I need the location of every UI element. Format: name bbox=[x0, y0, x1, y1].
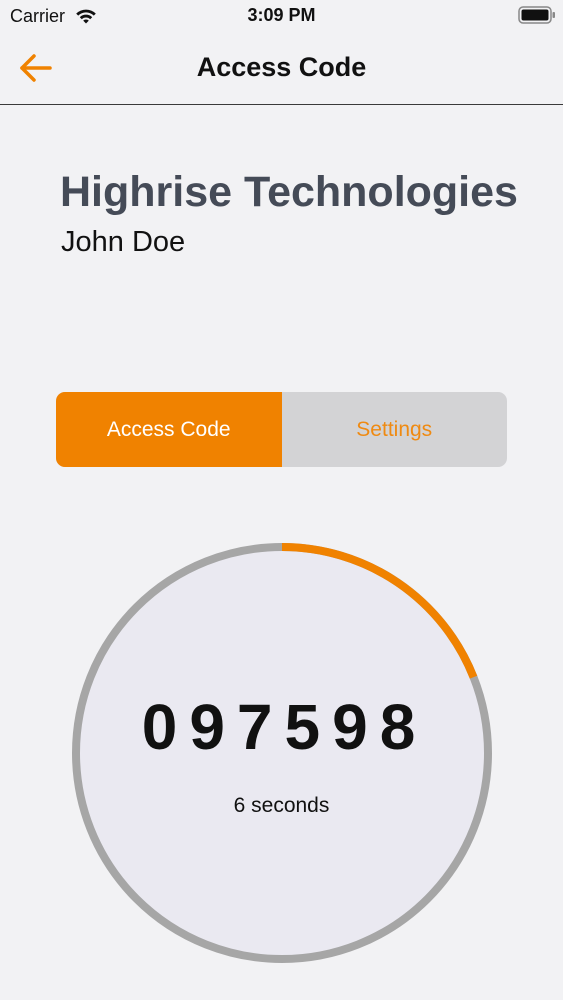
tab-access-code[interactable]: Access Code bbox=[56, 392, 282, 467]
tab-settings[interactable]: Settings bbox=[282, 392, 508, 467]
page-title: Access Code bbox=[196, 52, 367, 82]
company-name: Highrise Technologies bbox=[60, 168, 518, 216]
battery-icon bbox=[518, 6, 555, 24]
navigation-bar: Access Code bbox=[0, 34, 563, 105]
arrow-left-icon[interactable] bbox=[14, 48, 58, 88]
segmented-control: Access Code Settings bbox=[56, 392, 507, 467]
user-name: John Doe bbox=[61, 226, 186, 258]
status-bar: Carrier 3:09 PM bbox=[0, 0, 563, 34]
seconds-remaining: 6 seconds bbox=[233, 794, 330, 817]
access-code-value: 097598 bbox=[141, 691, 428, 763]
access-code-screen: Carrier 3:09 PM Access Code Highrise Tec… bbox=[0, 0, 563, 1000]
status-time: 3:09 PM bbox=[247, 5, 316, 25]
